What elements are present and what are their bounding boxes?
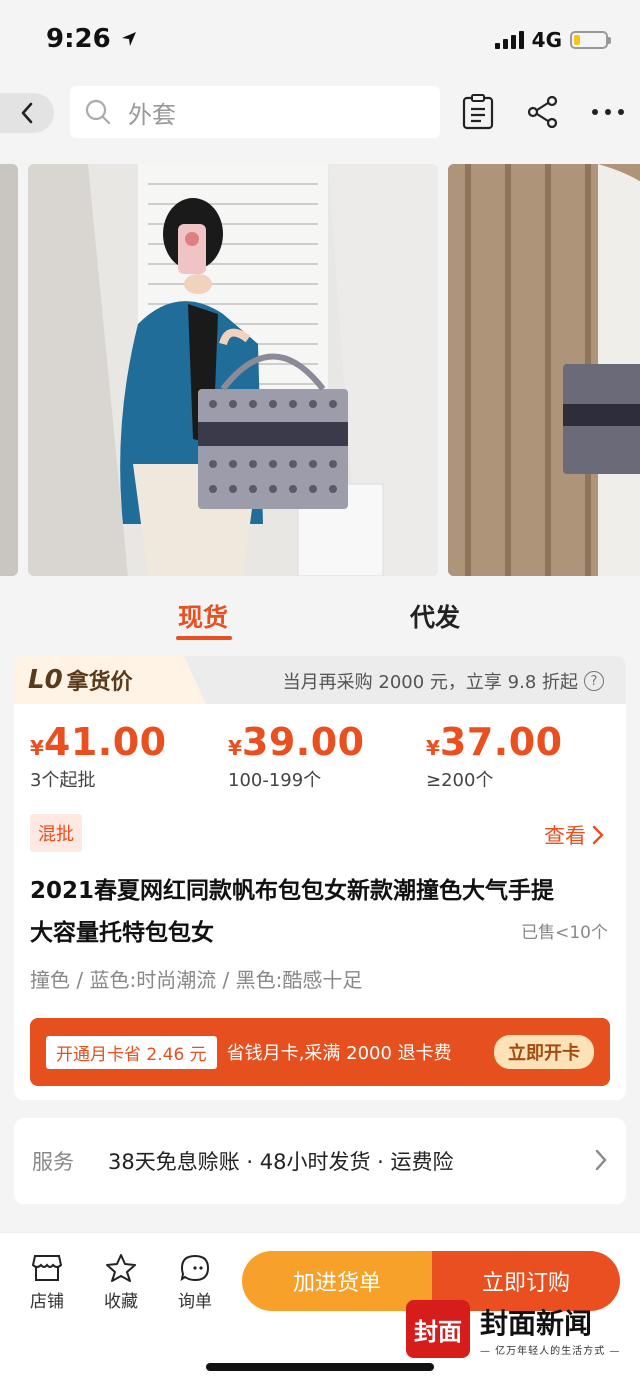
location-arrow-icon bbox=[121, 32, 136, 46]
product-photo-next[interactable] bbox=[448, 164, 640, 576]
star-icon bbox=[106, 1254, 136, 1282]
service-label: 服务 bbox=[32, 1150, 74, 1174]
price-tier-3: ¥37.00 ≥200个 bbox=[426, 720, 563, 792]
product-photo-image bbox=[28, 164, 438, 576]
product-photo-next-image bbox=[448, 164, 640, 576]
price-tier-1-qty: 3个起批 bbox=[30, 770, 96, 791]
inquiry-label: 询单 bbox=[178, 1292, 212, 1312]
tab-in-stock[interactable]: 现货 bbox=[178, 598, 228, 634]
mixed-batch-badge: 混批 bbox=[30, 814, 82, 852]
tab-dropship[interactable]: 代发 bbox=[410, 598, 460, 634]
product-gallery[interactable] bbox=[0, 160, 640, 580]
more-icon bbox=[592, 109, 624, 115]
price-tier-1: ¥41.00 3个起批 bbox=[30, 720, 167, 792]
watermark-seal: 封面 bbox=[406, 1300, 470, 1358]
product-info-card: L0 拿货价 当月再采购 2000 元，立享 9.8 折起 ? ¥41.00 3… bbox=[14, 656, 626, 1100]
signal-icon bbox=[494, 31, 524, 49]
product-photo-main[interactable] bbox=[28, 164, 438, 576]
watermark-logo: 封面 封面新闻 — 亿万年轻人的生活方式 — bbox=[406, 1300, 620, 1358]
more-button[interactable] bbox=[588, 92, 628, 132]
lo-logo: L0 bbox=[28, 665, 63, 695]
favorite-button[interactable]: 收藏 bbox=[91, 1253, 151, 1312]
wholesale-price-tab: L0 拿货价 bbox=[14, 656, 206, 704]
service-row[interactable]: 服务 38天免息赊账 · 48小时发货 · 运费险 bbox=[14, 1118, 626, 1204]
watermark-text: 封面新闻 — 亿万年轻人的生活方式 — bbox=[480, 1302, 620, 1357]
price-tier-3-qty: ≥200个 bbox=[426, 770, 494, 791]
wholesale-price-label: 拿货价 bbox=[66, 670, 133, 695]
favorite-label: 收藏 bbox=[104, 1292, 138, 1312]
shop-button[interactable]: 店铺 bbox=[17, 1253, 77, 1312]
chat-icon bbox=[180, 1254, 210, 1282]
watermark-subtitle: — 亿万年轻人的生活方式 — bbox=[480, 1345, 621, 1357]
open-card-button[interactable]: 立即开卡 bbox=[494, 1035, 594, 1069]
help-icon[interactable]: ? bbox=[584, 671, 604, 691]
price-tier-2-qty: 100-199个 bbox=[228, 770, 322, 791]
back-icon bbox=[21, 102, 33, 124]
service-text: 38天免息赊账 · 48小时发货 · 运费险 bbox=[108, 1150, 454, 1174]
share-icon bbox=[527, 95, 558, 129]
chevron-right-icon bbox=[592, 825, 604, 845]
add-to-list-button[interactable]: 加进货单 bbox=[242, 1251, 432, 1311]
month-card-banner[interactable]: 开通月卡省 2.46 元 省钱月卡,采满 2000 退卡费 立即开卡 bbox=[30, 1018, 610, 1086]
variant-summary[interactable]: 撞色 / 蓝色:时尚潮流 / 黑色:酷感十足 bbox=[30, 964, 362, 993]
price-tier-2-price: ¥39.00 bbox=[228, 720, 365, 764]
month-card-text: 省钱月卡,采满 2000 退卡费 bbox=[226, 1043, 452, 1064]
tab-active-indicator bbox=[176, 636, 232, 640]
search-placeholder: 外套 bbox=[128, 100, 176, 129]
clipboard-icon bbox=[462, 94, 494, 130]
inquiry-button[interactable]: 询单 bbox=[165, 1253, 225, 1312]
discount-promo[interactable]: 当月再采购 2000 元，立享 9.8 折起 ? bbox=[283, 668, 604, 694]
shop-label: 店铺 bbox=[30, 1292, 64, 1312]
battery-icon bbox=[570, 31, 611, 49]
share-button[interactable] bbox=[523, 92, 563, 132]
status-indicators: 4G bbox=[494, 28, 611, 52]
network-label: 4G bbox=[531, 28, 562, 52]
search-input[interactable]: 外套 bbox=[70, 86, 440, 138]
view-link[interactable]: 查看 bbox=[544, 820, 604, 850]
stock-tabs: 现货 代发 bbox=[0, 590, 640, 646]
view-link-label: 查看 bbox=[544, 824, 586, 848]
price-tier-3-price: ¥37.00 bbox=[426, 720, 563, 764]
status-bar: 9:26 4G bbox=[0, 0, 640, 78]
search-icon bbox=[85, 99, 111, 125]
discount-promo-text: 当月再采购 2000 元，立享 9.8 折起 bbox=[282, 672, 578, 693]
shop-icon bbox=[31, 1255, 63, 1281]
status-time: 9:26 bbox=[46, 24, 138, 54]
back-button[interactable] bbox=[0, 93, 54, 133]
month-card-save: 开通月卡省 2.46 元 bbox=[46, 1035, 217, 1069]
product-photo-prev[interactable] bbox=[0, 164, 18, 576]
sold-count: 已售<10个 bbox=[521, 923, 608, 943]
nav-bar: 外套 bbox=[0, 78, 640, 148]
price-header: L0 拿货价 当月再采购 2000 元，立享 9.8 折起 ? bbox=[14, 656, 626, 704]
home-indicator[interactable] bbox=[206, 1363, 434, 1371]
chevron-right-icon bbox=[595, 1149, 607, 1171]
clipboard-button[interactable] bbox=[458, 92, 498, 132]
price-tier-1-price: ¥41.00 bbox=[30, 720, 167, 764]
price-tier-2: ¥39.00 100-199个 bbox=[228, 720, 365, 792]
product-title-line-1: 2021春夏网红同款帆布包包女新款潮撞色大气手提 bbox=[30, 878, 555, 904]
watermark-title: 封面新闻 bbox=[480, 1306, 593, 1340]
